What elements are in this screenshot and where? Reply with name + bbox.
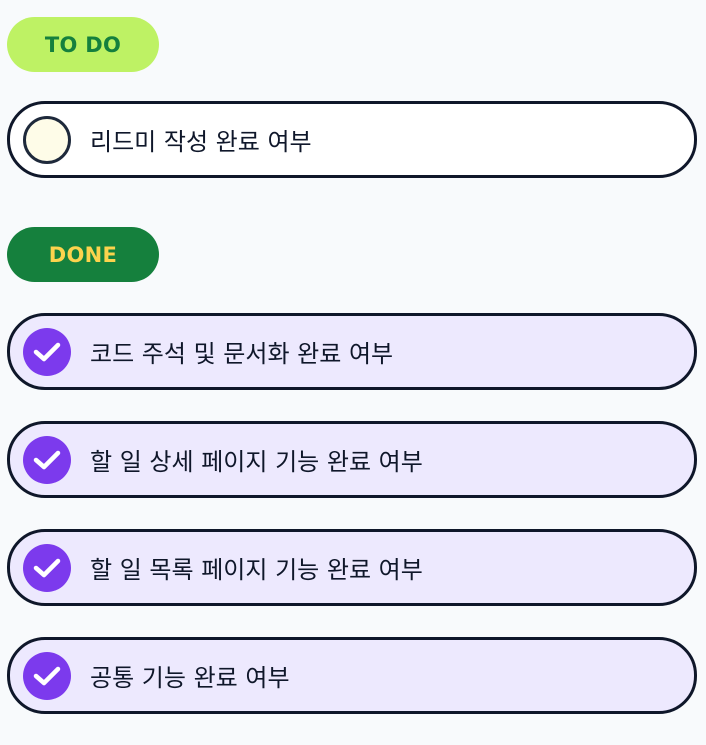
done-item-label: 코드 주석 및 문서화 완료 여부: [90, 340, 394, 368]
todo-list: 리드미 작성 완료 여부: [7, 101, 697, 209]
checkmark-icon[interactable]: [23, 651, 71, 700]
done-item[interactable]: 할 일 상세 페이지 기능 완료 여부: [7, 421, 697, 498]
done-list: 코드 주석 및 문서화 완료 여부 할 일 상세 페이지 기능 완료 여부 할 …: [7, 313, 697, 745]
done-item-label: 할 일 목록 페이지 기능 완료 여부: [90, 556, 423, 584]
checkmark-icon[interactable]: [23, 327, 71, 376]
done-item[interactable]: 공통 기능 완료 여부: [7, 637, 697, 714]
done-item[interactable]: 코드 주석 및 문서화 완료 여부: [7, 313, 697, 390]
empty-circle-icon[interactable]: [23, 115, 71, 164]
checkmark-glyph: [33, 450, 61, 469]
done-item-label: 공통 기능 완료 여부: [90, 664, 290, 692]
checkmark-glyph: [33, 666, 61, 685]
checkmark-glyph: [33, 342, 61, 361]
done-section-badge: DONE: [7, 227, 159, 282]
todo-item-label: 리드미 작성 완료 여부: [90, 128, 312, 156]
todo-item[interactable]: 리드미 작성 완료 여부: [7, 101, 697, 178]
checkmark-icon[interactable]: [23, 543, 71, 592]
todo-section-badge: TO DO: [7, 17, 159, 72]
checkmark-glyph: [33, 558, 61, 577]
checkmark-icon[interactable]: [23, 435, 71, 484]
done-item[interactable]: 할 일 목록 페이지 기능 완료 여부: [7, 529, 697, 606]
done-item-label: 할 일 상세 페이지 기능 완료 여부: [90, 448, 423, 476]
